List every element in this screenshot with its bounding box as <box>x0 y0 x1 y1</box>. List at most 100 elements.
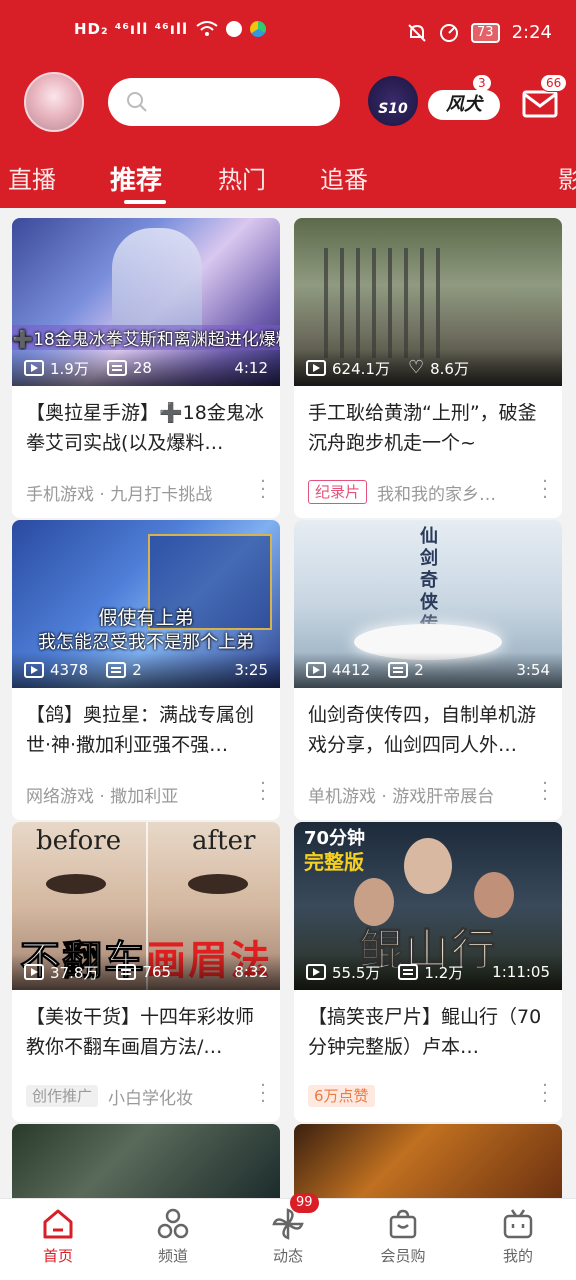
play-count-icon <box>306 360 326 376</box>
video-title[interactable]: 【美妆干货】十四年彩妆师教你不翻车画眉方法/… <box>12 990 280 1066</box>
video-stats: 4378 2 3:25 <box>12 652 280 688</box>
s10-event-icon[interactable]: S10 <box>368 76 418 126</box>
danmaku-icon <box>106 662 127 678</box>
duration: 1:11:05 <box>492 963 550 981</box>
danmaku-icon <box>388 662 409 678</box>
danmaku-count: 2 <box>414 661 424 679</box>
play-count: 624.1万 <box>332 359 390 378</box>
clock: 2:24 <box>511 22 552 43</box>
badge-full: 完整版 <box>304 850 364 874</box>
after-label: after <box>192 826 256 856</box>
danmaku-count: 2 <box>132 661 142 679</box>
nav-home[interactable]: 首页 <box>18 1207 98 1266</box>
video-card[interactable]: before after 不翻车画眉法 37.8万 765 8:32 【美妆干货… <box>12 822 280 1122</box>
messages-button[interactable]: 66 <box>520 74 568 122</box>
category-tag: 纪录片 <box>308 480 368 504</box>
video-card[interactable]: 70分钟 完整版 鲲山行 55.5万 1.2万 1:11:05 【搞笑丧尸片】鲲… <box>294 822 562 1122</box>
more-options-icon[interactable]: · · · <box>260 1077 266 1111</box>
play-count-icon <box>24 662 44 678</box>
speed-icon <box>440 23 459 42</box>
nav-channels[interactable]: 频道 <box>133 1207 213 1266</box>
video-meta: 单机游戏 · 游戏肝帝展台 · · · <box>294 764 562 820</box>
home-icon <box>43 1209 73 1239</box>
video-thumbnail[interactable]: 仙剑奇侠传 4412 2 3:54 <box>294 520 562 688</box>
video-thumbnail[interactable]: before after 不翻车画眉法 37.8万 765 8:32 <box>12 822 280 990</box>
video-stats: 55.5万 1.2万 1:11:05 <box>294 954 562 990</box>
bottom-nav: 首页 频道 动态 99 会员购 我的 <box>0 1193 576 1280</box>
video-meta: 纪录片 我和我的家乡… · · · <box>294 462 562 518</box>
eye-left <box>46 874 106 894</box>
uploader-name: 小白学化妆 <box>108 1088 194 1109</box>
search-input[interactable] <box>108 78 340 126</box>
nav-dynamics[interactable]: 动态 99 <box>248 1193 328 1266</box>
mail-badge: 66 <box>540 74 568 92</box>
tab-movie[interactable]: 影 <box>558 160 576 195</box>
video-title[interactable]: 手工耿给黄渤“上刑”，破釜沉舟跑步机走一个~ <box>294 386 562 462</box>
face-image <box>404 838 452 894</box>
video-card-partial[interactable] <box>294 1124 562 1204</box>
promo-tag: 创作推广 <box>26 1085 99 1107</box>
poster-title: 仙剑奇侠传 <box>420 526 438 635</box>
video-stats: 1.9万 28 4:12 <box>12 350 280 386</box>
avatar[interactable] <box>24 72 84 132</box>
face-image <box>474 872 514 918</box>
tab-hot[interactable]: 热门 <box>218 160 266 195</box>
tab-fengquan[interactable]: 风犬 <box>428 90 500 120</box>
video-thumbnail[interactable]: 假使有上弟 我怎能忍受我不是那个上弟 4378 2 3:25 <box>12 520 280 688</box>
more-options-icon[interactable]: · · · <box>542 775 548 809</box>
mute-bell-icon <box>408 23 426 42</box>
video-thumbnail[interactable]: 624.1万 ♡ 8.6万 <box>294 218 562 386</box>
video-card[interactable]: 仙剑奇侠传 4412 2 3:54 仙剑奇侠传四，自制单机游戏分享，仙剑四同人外… <box>294 520 562 820</box>
more-options-icon[interactable]: · · · <box>260 775 266 809</box>
danmaku-count: 1.2万 <box>424 963 464 982</box>
video-card-partial[interactable] <box>12 1124 280 1204</box>
play-count: 55.5万 <box>332 963 381 982</box>
status-signal: HD₂ ⁴⁶ıll ⁴⁶ıll <box>74 20 267 38</box>
nav-shop[interactable]: 会员购 <box>363 1207 443 1266</box>
shopping-bag-icon <box>389 1209 417 1239</box>
tab-anime[interactable]: 追番 <box>320 160 368 195</box>
more-options-icon[interactable]: · · · <box>542 1077 548 1111</box>
search-icon <box>127 92 147 112</box>
video-stats: 37.8万 765 8:32 <box>12 954 280 990</box>
thumbnail-caption-2: 我怎能忍受我不是那个上弟 <box>38 632 254 653</box>
video-thumbnail[interactable]: ➕18金鬼冰拳艾斯和离渊超进化爆料 1.9万 28 4:12 <box>12 218 280 386</box>
video-title[interactable]: 【奥拉星手游】➕18金鬼冰拳艾司实战(以及爆料… <box>12 386 280 462</box>
nav-channels-label: 频道 <box>157 1247 188 1265</box>
wifi-icon <box>196 21 218 36</box>
danmaku-count: 765 <box>142 963 172 981</box>
more-options-icon[interactable]: · · · <box>260 473 266 507</box>
video-title[interactable]: 仙剑奇侠传四，自制单机游戏分享，仙剑四同人外… <box>294 688 562 764</box>
video-title[interactable]: 【搞笑丧尸片】鲲山行（70分钟完整版）卢本… <box>294 990 562 1066</box>
tv-icon <box>503 1209 533 1239</box>
duration: 3:25 <box>234 661 268 679</box>
play-count: 4378 <box>50 661 89 679</box>
video-thumbnail[interactable]: 70分钟 完整版 鲲山行 55.5万 1.2万 1:11:05 <box>294 822 562 990</box>
video-title[interactable]: 【鸽】奥拉星：满战专属创世·神·撒加利亚强不强… <box>12 688 280 764</box>
eye-right <box>188 874 248 894</box>
like-count: 8.6万 <box>430 359 469 378</box>
video-card[interactable]: 624.1万 ♡ 8.6万 手工耿给黄渤“上刑”，破釜沉舟跑步机走一个~ 纪录片 … <box>294 218 562 518</box>
video-card[interactable]: 假使有上弟 我怎能忍受我不是那个上弟 4378 2 3:25 【鸽】奥拉星：满战… <box>12 520 280 820</box>
globe-icon <box>226 21 243 37</box>
signal-text: HD₂ ⁴⁶ıll ⁴⁶ıll <box>74 20 189 38</box>
video-meta: 网络游戏 · 撒加利亚 · · · <box>12 764 280 820</box>
nav-home-label: 首页 <box>42 1247 73 1265</box>
likes-tag: 6万点赞 <box>308 1085 375 1107</box>
partition-label: 网络游戏 · 撒加利亚 <box>26 786 179 807</box>
thumbnail-caption: ➕18金鬼冰拳艾斯和离渊超进化爆料 <box>12 325 280 350</box>
partition-label: 我和我的家乡… <box>377 484 497 505</box>
heart-icon: ♡ <box>407 357 425 378</box>
tab-live[interactable]: 直播 <box>8 160 56 195</box>
duration: 3:54 <box>516 661 550 679</box>
video-stats: 4412 2 3:54 <box>294 652 562 688</box>
channel-tabs: 直播 推荐 热门 追番 影 <box>0 156 576 200</box>
before-label: before <box>36 826 122 856</box>
active-tab-indicator <box>124 200 166 204</box>
more-options-icon[interactable]: · · · <box>542 473 548 507</box>
play-count: 37.8万 <box>50 963 99 982</box>
danmaku-count: 28 <box>132 359 152 377</box>
video-card[interactable]: ➕18金鬼冰拳艾斯和离渊超进化爆料 1.9万 28 4:12 【奥拉星手游】➕1… <box>12 218 280 518</box>
tab-recommend[interactable]: 推荐 <box>110 160 162 197</box>
nav-me[interactable]: 我的 <box>478 1207 558 1266</box>
